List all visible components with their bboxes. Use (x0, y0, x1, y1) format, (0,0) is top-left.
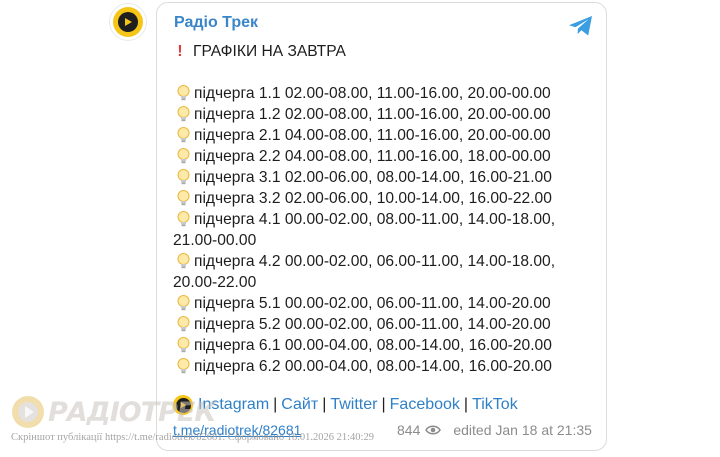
light-bulb-icon (173, 209, 194, 230)
light-bulb-icon (173, 167, 194, 188)
post-meta: 844 edited Jan 18 at 21:35 (397, 422, 592, 438)
light-bulb-icon (173, 335, 194, 356)
link-separator: | (322, 396, 327, 413)
schedule-line-text: підчерга 3.1 02.00-06.00, 08.00-14.00, 1… (194, 169, 552, 186)
channel-name[interactable]: Радіо Трек (174, 14, 258, 32)
schedule-line-content: підчерга 4.1 00.00-02.00, 08.00-11.00, 1… (173, 209, 593, 251)
message-bubble: Радіо Трек ! ГРАФІКИ НА ЗАВТРА підчерга … (156, 2, 607, 451)
schedule-line-content: підчерга 5.2 00.00-02.00, 06.00-11.00, 1… (173, 314, 551, 335)
link-tiktok[interactable]: TikTok (472, 396, 518, 414)
light-bulb-icon (173, 125, 194, 146)
light-bulb-icon (173, 104, 194, 125)
light-bulb-icon (173, 293, 194, 314)
schedule-line: підчерга 4.2 00.00-02.00, 06.00-11.00, 1… (173, 251, 593, 293)
schedule-line-text: підчерга 5.2 00.00-02.00, 06.00-11.00, 1… (194, 316, 551, 333)
light-bulb-icon (173, 251, 194, 272)
schedule-line-text: підчерга 1.2 02.00-08.00, 11.00-16.00, 2… (194, 106, 551, 123)
schedule-line-content: підчерга 1.2 02.00-08.00, 11.00-16.00, 2… (173, 104, 551, 125)
schedule-line-text: підчерга 5.1 00.00-02.00, 06.00-11.00, 1… (194, 295, 551, 312)
schedule-line-content: підчерга 2.2 04.00-08.00, 11.00-16.00, 1… (173, 146, 551, 167)
post-text: ! ГРАФІКИ НА ЗАВТРА підчерга 1.1 02.00-0… (173, 41, 593, 377)
link-site[interactable]: Сайт (281, 396, 318, 414)
schedule-line-text: підчерга 4.2 00.00-02.00, 06.00-11.00, 1… (173, 253, 556, 291)
headline-text: ГРАФІКИ НА ЗАВТРА (193, 43, 346, 60)
light-bulb-icon (173, 356, 194, 377)
views-count: 844 (397, 422, 421, 438)
eye-icon (425, 425, 442, 435)
schedule-line-text: підчерга 6.2 00.00-04.00, 08.00-14.00, 1… (194, 358, 552, 375)
schedule-line: підчерга 1.1 02.00-08.00, 11.00-16.00, 2… (173, 83, 593, 104)
link-separator: | (381, 396, 386, 413)
schedule-line-text: підчерга 6.1 00.00-04.00, 08.00-14.00, 1… (194, 337, 552, 354)
telegram-icon[interactable] (568, 15, 594, 37)
red-exclamation-icon: ! (177, 43, 183, 60)
light-bulb-icon (173, 314, 194, 335)
schedule-line-content: підчерга 3.1 02.00-06.00, 08.00-14.00, 1… (173, 167, 552, 188)
schedule-line: підчерга 3.1 02.00-06.00, 08.00-14.00, 1… (173, 167, 593, 188)
channel-avatar[interactable] (110, 4, 146, 40)
schedule-line: підчерга 4.1 00.00-02.00, 08.00-11.00, 1… (173, 209, 593, 251)
post-headline: ! ГРАФІКИ НА ЗАВТРА (173, 41, 593, 62)
watermark-logo-text: РАДІОТРЕК (48, 396, 216, 428)
schedule-line-text: підчерга 4.1 00.00-02.00, 08.00-11.00, 1… (173, 211, 556, 249)
social-links: Instagram | Сайт | Twitter | Facebook | … (173, 395, 518, 415)
schedule-line-content: підчерга 6.1 00.00-04.00, 08.00-14.00, 1… (173, 335, 552, 356)
link-facebook[interactable]: Facebook (390, 396, 460, 414)
schedule-line-text: підчерга 1.1 02.00-08.00, 11.00-16.00, 2… (194, 85, 551, 102)
schedule-line-content: підчерга 1.1 02.00-08.00, 11.00-16.00, 2… (173, 83, 551, 104)
schedule-line-text: підчерга 3.2 02.00-06.00, 10.00-14.00, 1… (194, 190, 552, 207)
schedule-line-content: підчерга 5.1 00.00-02.00, 06.00-11.00, 1… (173, 293, 551, 314)
schedule-line: підчерга 6.2 00.00-04.00, 08.00-14.00, 1… (173, 356, 593, 377)
schedule-line-text: підчерга 2.1 04.00-08.00, 11.00-16.00, 2… (194, 127, 551, 144)
schedule-line: підчерга 5.1 00.00-02.00, 06.00-11.00, 1… (173, 293, 593, 314)
logo-ring (113, 7, 143, 37)
play-icon (118, 12, 138, 32)
schedule-line: підчерга 2.1 04.00-08.00, 11.00-16.00, 2… (173, 125, 593, 146)
link-twitter[interactable]: Twitter (330, 396, 377, 414)
schedule-line-content: підчерга 3.2 02.00-06.00, 10.00-14.00, 1… (173, 188, 552, 209)
light-bulb-icon (173, 146, 194, 167)
link-separator: | (463, 396, 469, 413)
light-bulb-icon (173, 188, 194, 209)
link-separator: | (273, 396, 278, 413)
schedule-line: підчерга 3.2 02.00-06.00, 10.00-14.00, 1… (173, 188, 593, 209)
watermark-logo: РАДІОТРЕК (10, 392, 216, 432)
radiotrek-logo-icon (12, 396, 44, 428)
schedule-line: підчерга 5.2 00.00-02.00, 06.00-11.00, 1… (173, 314, 593, 335)
schedule-line-content: підчерга 6.2 00.00-04.00, 08.00-14.00, 1… (173, 356, 552, 377)
schedule-line-content: підчерга 2.1 04.00-08.00, 11.00-16.00, 2… (173, 125, 551, 146)
watermark-caption: Скріншот публікації https://t.me/radiotr… (11, 432, 374, 443)
schedule-line: підчерга 2.2 04.00-08.00, 11.00-16.00, 1… (173, 146, 593, 167)
schedule-line-text: підчерга 2.2 04.00-08.00, 11.00-16.00, 1… (194, 148, 551, 165)
schedule-list: підчерга 1.1 02.00-08.00, 11.00-16.00, 2… (173, 83, 593, 377)
light-bulb-icon (173, 83, 194, 104)
schedule-line: підчерга 6.1 00.00-04.00, 08.00-14.00, 1… (173, 335, 593, 356)
schedule-line: підчерга 1.2 02.00-08.00, 11.00-16.00, 2… (173, 104, 593, 125)
schedule-line-content: підчерга 4.2 00.00-02.00, 06.00-11.00, 1… (173, 251, 593, 293)
edited-label: edited Jan 18 at 21:35 (453, 422, 592, 438)
